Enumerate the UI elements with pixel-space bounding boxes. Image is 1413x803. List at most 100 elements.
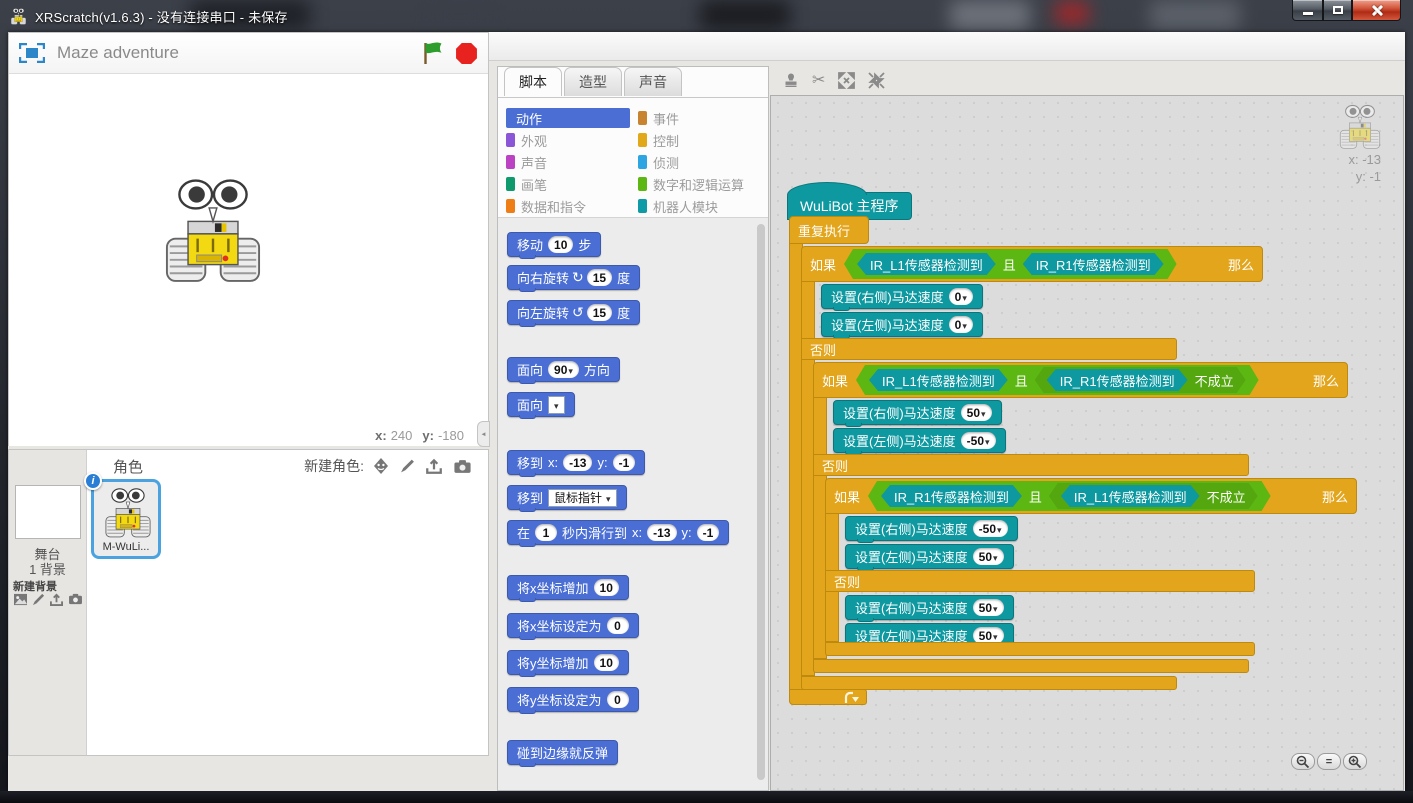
- forever-block-header[interactable]: 重复执行: [789, 216, 869, 244]
- set-right-motor-block[interactable]: 设置(右侧)马达速度 0: [821, 284, 983, 309]
- speed-dropdown[interactable]: -50: [961, 432, 996, 449]
- block-point-direction[interactable]: 面向 90 方向: [507, 357, 620, 382]
- stop-icon[interactable]: [455, 42, 478, 65]
- speed-dropdown[interactable]: -50: [973, 520, 1008, 537]
- if-block-3-else[interactable]: 否则: [825, 570, 1255, 592]
- robot-sprite-on-stage[interactable]: [165, 177, 261, 285]
- camera-sprite-icon[interactable]: [453, 459, 472, 474]
- sprite-from-library-icon[interactable]: [372, 457, 390, 475]
- sensor-ir-l1-block[interactable]: IR_L1传感器检测到: [869, 369, 1008, 391]
- sensor-ir-l1-block[interactable]: IR_L1传感器检测到: [857, 253, 996, 275]
- camera-backdrop-icon[interactable]: [68, 593, 83, 605]
- block-change-x[interactable]: 将x坐标增加 10: [507, 575, 629, 600]
- x-input[interactable]: -13: [563, 454, 592, 471]
- if-block-2-bottom[interactable]: [813, 659, 1249, 673]
- speed-dropdown[interactable]: 0: [949, 288, 973, 305]
- stage-thumbnail[interactable]: [15, 485, 81, 539]
- y-input[interactable]: -1: [613, 454, 636, 471]
- minimize-button[interactable]: [1292, 0, 1323, 21]
- seconds-input[interactable]: 1: [535, 524, 557, 541]
- tab-scripts[interactable]: 脚本: [504, 67, 562, 96]
- category-motion[interactable]: 动作: [506, 108, 630, 128]
- tab-sounds[interactable]: 声音: [624, 67, 682, 96]
- if-block-1-bottom[interactable]: [801, 676, 1177, 690]
- value-input[interactable]: 10: [594, 654, 619, 671]
- backdrop-from-library-icon[interactable]: [13, 593, 28, 606]
- if-block-2-else[interactable]: 否则: [813, 454, 1249, 476]
- value-input[interactable]: 10: [594, 579, 619, 596]
- y-input[interactable]: -1: [697, 524, 720, 541]
- block-glide[interactable]: 在 1 秒内滑行到 x: -13 y: -1: [507, 520, 729, 545]
- speed-dropdown[interactable]: 50: [961, 404, 992, 421]
- value-input[interactable]: 0: [607, 691, 629, 708]
- category-looks[interactable]: 外观: [506, 130, 547, 150]
- direction-dropdown[interactable]: 90: [548, 361, 579, 378]
- set-right-motor-block[interactable]: 设置(右侧)马达速度 50: [833, 400, 1002, 425]
- stamp-icon[interactable]: [783, 72, 799, 88]
- block-move-steps[interactable]: 移动 10 步: [507, 232, 601, 257]
- x-input[interactable]: -13: [647, 524, 676, 541]
- set-left-motor-block[interactable]: 设置(左侧)马达速度 0: [821, 312, 983, 337]
- tab-costumes[interactable]: 造型: [564, 67, 622, 96]
- block-set-y[interactable]: 将y坐标设定为 0: [507, 687, 639, 712]
- if-block-2-header[interactable]: 如果 IR_L1传感器检测到 且 IR_R1传感器检测到 不成立 那么: [813, 362, 1348, 398]
- block-turn-right[interactable]: 向右旋转 ↻ 15 度: [507, 265, 640, 290]
- if-block-1-else[interactable]: 否则: [801, 338, 1177, 360]
- grow-icon[interactable]: [838, 72, 855, 89]
- set-left-motor-block[interactable]: 设置(左侧)马达速度 -50: [833, 428, 1006, 453]
- sprite-card-wulibot[interactable]: i M-WuLi...: [91, 479, 161, 559]
- palette-scrollbar[interactable]: [757, 224, 765, 780]
- category-control[interactable]: 控制: [638, 130, 679, 150]
- close-button[interactable]: [1352, 0, 1401, 21]
- category-events[interactable]: 事件: [638, 108, 679, 128]
- upload-sprite-icon[interactable]: [425, 458, 443, 474]
- set-right-motor-block[interactable]: 设置(右侧)马达速度 -50: [845, 516, 1018, 541]
- block-goto-xy[interactable]: 移到 x: -13 y: -1: [507, 450, 645, 475]
- zoom-reset-button[interactable]: =: [1317, 753, 1341, 770]
- block-set-x[interactable]: 将x坐标设定为 0: [507, 613, 639, 638]
- sensor-ir-r1-block[interactable]: IR_R1传感器检测到: [1023, 253, 1164, 275]
- not-operator-block[interactable]: IR_R1传感器检测到 不成立: [1035, 367, 1246, 393]
- sensor-ir-r1-block[interactable]: IR_R1传感器检测到: [1047, 369, 1188, 391]
- and-operator-block[interactable]: IR_L1传感器检测到 且 IR_R1传感器检测到 不成立: [856, 365, 1259, 395]
- degrees-input[interactable]: 15: [587, 269, 612, 286]
- block-goto-mouse[interactable]: 移到 鼠标指针: [507, 485, 627, 510]
- sprite-info-badge[interactable]: i: [84, 472, 102, 490]
- shrink-icon[interactable]: [868, 72, 885, 89]
- value-input[interactable]: 0: [607, 617, 629, 634]
- collapse-panel-arrow[interactable]: ◄: [477, 421, 490, 447]
- block-bounce-on-edge[interactable]: 碰到边缘就反弹: [507, 740, 618, 765]
- zoom-in-button[interactable]: [1343, 753, 1367, 770]
- if-block-3-header[interactable]: 如果 IR_R1传感器检测到 且 IR_L1传感器检测到 不成立 那么: [825, 478, 1357, 514]
- green-flag-icon[interactable]: [421, 41, 445, 65]
- set-left-motor-block[interactable]: 设置(左侧)马达速度 50: [845, 544, 1014, 569]
- set-right-motor-block[interactable]: 设置(右侧)马达速度 50: [845, 595, 1014, 620]
- paint-backdrop-icon[interactable]: [32, 593, 45, 606]
- forever-block-bottom[interactable]: [789, 689, 867, 705]
- and-operator-block[interactable]: IR_R1传感器检测到 且 IR_L1传感器检测到 不成立: [868, 481, 1271, 511]
- goto-target-dropdown[interactable]: 鼠标指针: [548, 489, 617, 507]
- if-block-1-header[interactable]: 如果 IR_L1传感器检测到 且 IR_R1传感器检测到 那么: [801, 246, 1263, 282]
- block-point-towards[interactable]: 面向: [507, 392, 575, 417]
- speed-dropdown[interactable]: 0: [949, 316, 973, 333]
- towards-dropdown[interactable]: [548, 396, 565, 414]
- sensor-ir-r1-block[interactable]: IR_R1传感器检测到: [881, 485, 1022, 507]
- category-sound[interactable]: 声音: [506, 152, 547, 172]
- sensor-ir-l1-block[interactable]: IR_L1传感器检测到: [1061, 485, 1200, 507]
- steps-input[interactable]: 10: [548, 236, 573, 253]
- scissors-icon[interactable]: ✂: [812, 70, 825, 90]
- fullscreen-icon[interactable]: [19, 43, 45, 63]
- speed-dropdown[interactable]: 50: [973, 548, 1004, 565]
- zoom-out-button[interactable]: [1291, 753, 1315, 770]
- and-operator-block[interactable]: IR_L1传感器检测到 且 IR_R1传感器检测到: [844, 249, 1177, 279]
- category-data[interactable]: 数据和指令: [506, 196, 586, 216]
- upload-backdrop-icon[interactable]: [49, 593, 64, 606]
- not-operator-block[interactable]: IR_L1传感器检测到 不成立: [1049, 483, 1258, 509]
- block-change-y[interactable]: 将y坐标增加 10: [507, 650, 629, 675]
- category-pen[interactable]: 画笔: [506, 174, 547, 194]
- category-robot[interactable]: 机器人模块: [638, 196, 718, 216]
- speed-dropdown[interactable]: 50: [973, 599, 1004, 616]
- block-turn-left[interactable]: 向左旋转 ↺ 15 度: [507, 300, 640, 325]
- if-block-3-bottom[interactable]: [825, 642, 1255, 656]
- paint-sprite-icon[interactable]: [400, 458, 415, 474]
